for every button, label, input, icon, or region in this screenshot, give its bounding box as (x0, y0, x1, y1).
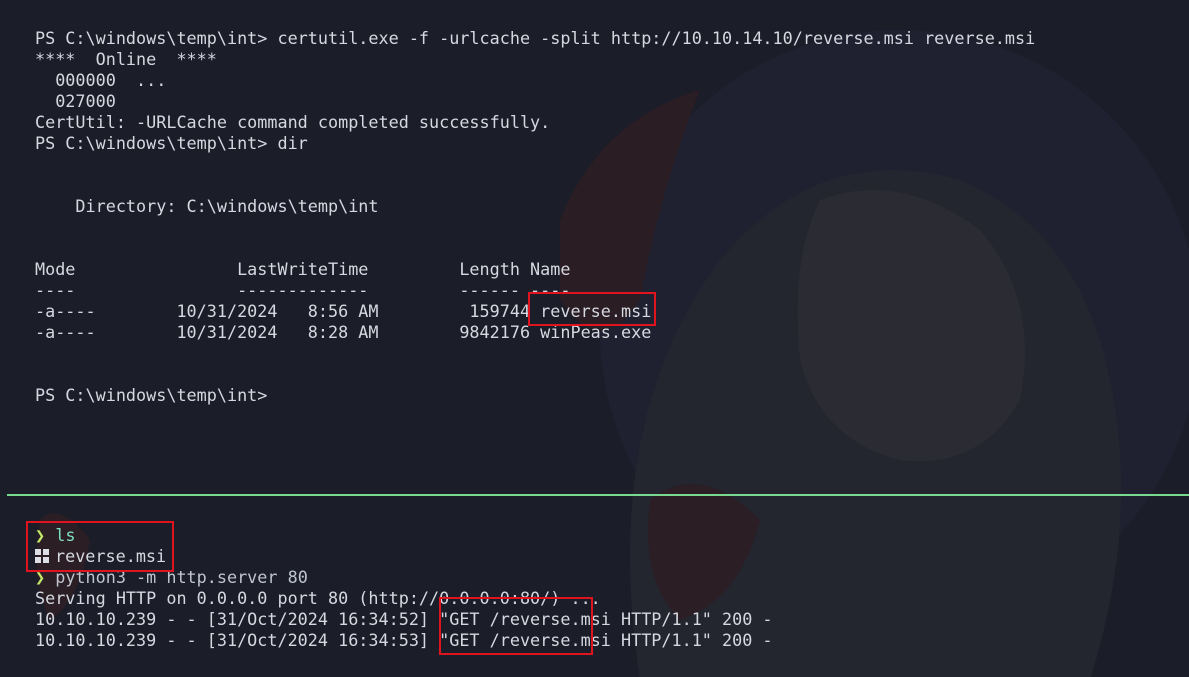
bottom-terminal-pane[interactable]: ❯ ls reverse.msi ❯ python3 -m http.serve… (0, 497, 1189, 677)
terminal-line: PS C:\windows\temp\int> (35, 385, 268, 405)
terminal-line: ---- ------------- ------ ---- (35, 280, 571, 300)
terminal-line: Directory: C:\windows\temp\int (35, 196, 379, 216)
terminal-window[interactable]: PS C:\windows\temp\int> certutil.exe -f … (0, 0, 1189, 677)
terminal-line: **** Online **** (35, 49, 217, 69)
pane-divider[interactable] (7, 494, 1189, 496)
highlight-box-get-requests (439, 597, 593, 655)
terminal-line: CertUtil: -URLCache command completed su… (35, 112, 551, 132)
terminal-line: 000000 ... (35, 70, 167, 90)
terminal-line: Mode LastWriteTime Length Name (35, 259, 571, 279)
terminal-line: 027000 (35, 91, 116, 111)
terminal-line: PS C:\windows\temp\int> certutil.exe -f … (35, 28, 1036, 48)
highlight-box-reverse-msi-file (528, 292, 656, 326)
highlight-box-ls-output (26, 521, 174, 572)
top-terminal-pane[interactable]: PS C:\windows\temp\int> certutil.exe -f … (0, 0, 1189, 494)
server-log-line: 10.10.10.239 - - [31/Oct/2024 16:34:53] … (35, 630, 773, 650)
server-log-line: 10.10.10.239 - - [31/Oct/2024 16:34:52] … (35, 609, 773, 629)
terminal-line: PS C:\windows\temp\int> dir (35, 133, 308, 153)
